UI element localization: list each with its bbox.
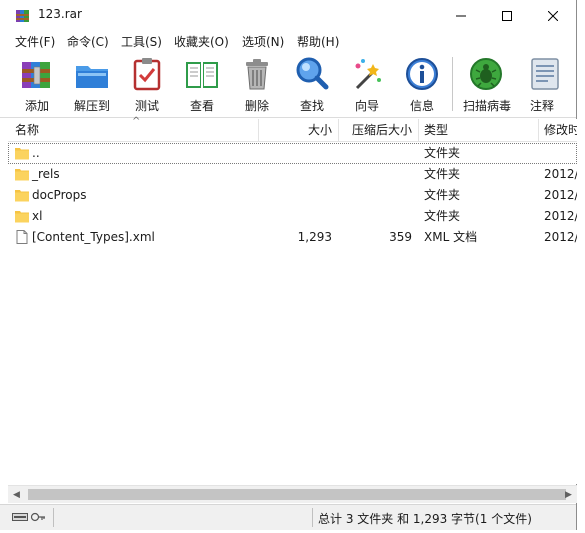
minimize-button[interactable] <box>438 0 484 31</box>
view-icon <box>186 62 218 88</box>
delete-icon <box>246 59 268 90</box>
scroll-left-arrow-icon[interactable]: ◀ <box>8 486 25 503</box>
info-icon <box>406 58 438 90</box>
file-type: 文件夹 <box>424 209 461 223</box>
status-bar: 总计 3 文件夹 和 1,293 字节(1 个文件) <box>0 504 576 530</box>
column-header: 名称 ^ 大小 压缩后大小 类型 修改时 <box>8 116 580 142</box>
file-packed-size: 359 <box>389 230 412 244</box>
virus-scan-button[interactable]: 扫描病毒 <box>458 56 516 114</box>
menu-options[interactable]: 选项(N) <box>242 33 284 50</box>
info-label: 信息 <box>409 99 434 113</box>
close-icon <box>548 10 558 21</box>
comment-button[interactable]: 注释 <box>518 56 576 114</box>
folder-icon <box>15 190 29 202</box>
extract-to-icon <box>76 66 108 88</box>
virus-scan-label: 扫描病毒 <box>462 99 511 113</box>
status-separator <box>312 508 313 527</box>
view-label: 查看 <box>189 99 214 113</box>
comment-label: 注释 <box>530 99 555 113</box>
minimize-icon <box>456 15 466 16</box>
extract-to-button[interactable]: 解压到 <box>64 56 120 114</box>
status-separator <box>53 508 54 527</box>
view-button[interactable]: 查看 <box>174 56 230 114</box>
column-modified[interactable]: 修改时 <box>544 119 580 141</box>
find-button[interactable]: 查找 <box>284 56 340 114</box>
status-summary: 总计 3 文件夹 和 1,293 字节(1 个文件) <box>318 512 532 526</box>
folder-icon <box>15 169 29 181</box>
file-modified: 2012/ <box>544 188 579 202</box>
scrollbar-thumb[interactable] <box>28 489 566 500</box>
file-type: 文件夹 <box>424 167 461 181</box>
test-icon <box>133 58 161 91</box>
find-label: 查找 <box>299 99 324 113</box>
menu-file[interactable]: 文件(F) <box>15 33 55 50</box>
column-divider[interactable] <box>538 119 539 141</box>
close-button[interactable] <box>530 0 576 31</box>
column-type[interactable]: 类型 <box>424 119 448 141</box>
column-divider[interactable] <box>418 119 419 141</box>
test-label: 测试 <box>134 99 159 113</box>
file-name: _rels <box>32 167 60 181</box>
test-button[interactable]: 测试 <box>119 56 175 114</box>
toolbar: 添加 解压到 测试 查看 删除 查找 向导 信息 扫描病毒 注释 <box>0 51 576 118</box>
add-button[interactable]: 添加 <box>9 56 65 114</box>
delete-label: 删除 <box>244 99 269 113</box>
folder-icon <box>15 211 29 223</box>
file-type: 文件夹 <box>424 188 461 202</box>
file-name: .. <box>32 146 40 160</box>
file-name: docProps <box>32 188 87 202</box>
find-icon <box>296 57 329 90</box>
wizard-icon <box>355 59 381 90</box>
add-label: 添加 <box>24 99 49 113</box>
file-list: .. 文件夹 _rels 文件夹 2012/ docProps 文件夹 2012… <box>8 142 579 484</box>
delete-button[interactable]: 删除 <box>229 56 285 114</box>
file-name: [Content_Types].xml <box>32 230 155 244</box>
menu-tools[interactable]: 工具(S) <box>121 33 162 50</box>
title-bar: 123.rar <box>0 0 576 31</box>
maximize-icon <box>502 10 512 21</box>
info-button[interactable]: 信息 <box>394 56 450 114</box>
wizard-button[interactable]: 向导 <box>339 56 395 114</box>
file-icon <box>16 230 28 244</box>
list-item-parent[interactable]: .. 文件夹 <box>8 143 577 164</box>
file-modified: 2012/ <box>544 167 579 181</box>
virus-scan-icon <box>470 58 502 90</box>
toolbar-separator <box>452 57 453 111</box>
drive-key-icon[interactable] <box>12 511 46 526</box>
list-item[interactable]: xl 文件夹 2012/ <box>8 206 579 227</box>
file-name: xl <box>32 209 43 223</box>
list-item[interactable]: [Content_Types].xml 1,293 359 XML 文档 201… <box>8 227 579 248</box>
winrar-window: 123.rar 文件(F) 命令(C) 工具(S) 收藏夹(O) 选项(N) 帮… <box>0 0 580 530</box>
wizard-label: 向导 <box>354 99 379 113</box>
list-item[interactable]: _rels 文件夹 2012/ <box>8 164 579 185</box>
background-window-edge <box>577 0 585 533</box>
list-item[interactable]: docProps 文件夹 2012/ <box>8 185 579 206</box>
sort-ascending-icon: ^ <box>132 116 141 127</box>
column-size[interactable]: 大小 <box>258 119 332 141</box>
menu-commands[interactable]: 命令(C) <box>67 33 109 50</box>
menu-favorites[interactable]: 收藏夹(O) <box>174 33 229 50</box>
scroll-right-arrow-icon[interactable]: ▶ <box>560 486 577 503</box>
horizontal-scrollbar[interactable]: ◀ ▶ <box>8 485 577 503</box>
file-modified: 2012/ <box>544 230 579 244</box>
file-type: 文件夹 <box>424 146 461 160</box>
extract-to-label: 解压到 <box>73 99 110 113</box>
comment-icon <box>531 58 559 90</box>
column-name[interactable]: 名称 <box>15 119 39 141</box>
menu-bar: 文件(F) 命令(C) 工具(S) 收藏夹(O) 选项(N) 帮助(H) <box>0 31 576 51</box>
window-title: 123.rar <box>38 7 82 21</box>
file-type: XML 文档 <box>424 230 478 244</box>
file-size: 1,293 <box>297 230 332 244</box>
add-archive-icon <box>22 62 50 88</box>
column-packed-size[interactable]: 压缩后大小 <box>338 119 412 141</box>
menu-help[interactable]: 帮助(H) <box>297 33 339 50</box>
maximize-button[interactable] <box>484 0 530 31</box>
file-modified: 2012/ <box>544 209 579 223</box>
folder-icon <box>15 148 29 160</box>
winrar-app-icon <box>15 8 31 24</box>
